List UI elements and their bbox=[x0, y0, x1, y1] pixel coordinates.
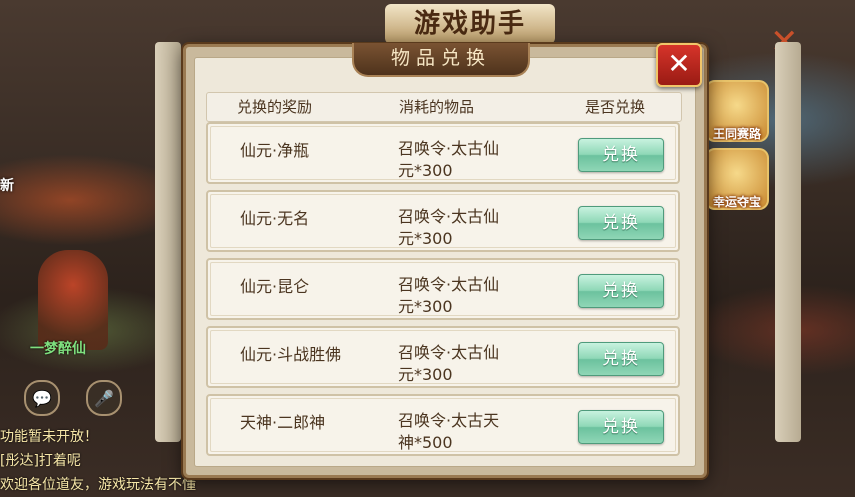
player-character[interactable] bbox=[38, 250, 108, 350]
cost-line: 元*300 bbox=[398, 161, 453, 180]
cost-line: 召唤令·太古仙 bbox=[398, 343, 500, 362]
cost-item: 召唤令·太古仙 元*300 bbox=[398, 342, 526, 386]
event-icon-label: 王同赛路 bbox=[712, 127, 761, 141]
background-scroll-left bbox=[155, 42, 181, 442]
reward-name: 仙元·斗战胜佛 bbox=[240, 345, 342, 364]
exchange-list[interactable]: 仙元·净瓶 召唤令·太古仙 元*300 兑换 仙元·无名 召唤令·太古仙 元*3… bbox=[206, 122, 680, 466]
cost-item: 召唤令·太古仙 元*300 bbox=[398, 138, 526, 182]
cost-line: 召唤令·太古天 bbox=[398, 411, 500, 430]
cost-line: 召唤令·太古仙 bbox=[398, 275, 500, 294]
exchange-button[interactable]: 兑换 bbox=[578, 138, 664, 172]
cost-line: 元*300 bbox=[398, 297, 453, 316]
cost-line: 召唤令·太古仙 bbox=[398, 207, 500, 226]
exchange-row: 仙元·斗战胜佛 召唤令·太古仙 元*300 兑换 bbox=[206, 326, 680, 388]
background-scroll-right bbox=[775, 42, 801, 442]
game-assistant-title: 游戏助手 bbox=[385, 4, 555, 44]
event-icon-label: 幸运夺宝 bbox=[712, 195, 761, 209]
cost-line: 召唤令·太古仙 bbox=[398, 139, 500, 158]
dialog-title: 物品兑换 bbox=[352, 43, 530, 77]
reward-name: 仙元·无名 bbox=[240, 209, 310, 228]
reward-name: 仙元·净瓶 bbox=[240, 141, 310, 160]
cost-item: 召唤令·太古天 神*500 bbox=[398, 410, 526, 454]
column-header-cost: 消耗的物品 bbox=[399, 98, 475, 116]
cost-item: 召唤令·太古仙 元*300 bbox=[398, 274, 526, 318]
exchange-row: 仙元·昆仑 召唤令·太古仙 元*300 兑换 bbox=[206, 258, 680, 320]
column-header-exchange: 是否兑换 bbox=[585, 98, 646, 116]
exchange-button[interactable]: 兑换 bbox=[578, 342, 664, 376]
reward-name: 天神·二郎神 bbox=[240, 413, 326, 432]
microphone-icon[interactable]: 🎤 bbox=[86, 380, 122, 416]
cost-line: 神*500 bbox=[398, 433, 453, 452]
chat-line: 欢迎各位道友，游戏玩法有不懂 bbox=[0, 477, 196, 493]
reward-name: 仙元·昆仑 bbox=[240, 277, 310, 296]
cost-item: 召唤令·太古仙 元*300 bbox=[398, 206, 526, 250]
close-button[interactable]: ✕ bbox=[656, 43, 702, 87]
exchange-row: 仙元·无名 召唤令·太古仙 元*300 兑换 bbox=[206, 190, 680, 252]
column-header-reward: 兑换的奖励 bbox=[237, 98, 313, 116]
item-exchange-dialog: 物品兑换 ✕ 兑换的奖励 消耗的物品 是否兑换 仙元·净瓶 召唤令·太古仙 元*… bbox=[183, 43, 707, 478]
table-header: 兑换的奖励 消耗的物品 是否兑换 bbox=[206, 92, 682, 122]
chat-bubble-icon[interactable]: 💬 bbox=[24, 380, 60, 416]
side-new-badge: 新 bbox=[0, 178, 14, 194]
exchange-button[interactable]: 兑换 bbox=[578, 206, 664, 240]
exchange-button[interactable]: 兑换 bbox=[578, 274, 664, 308]
event-icon-1[interactable]: 王同赛路 bbox=[705, 80, 769, 142]
exchange-row: 天神·二郎神 召唤令·太古天 神*500 兑换 bbox=[206, 394, 680, 456]
exchange-button[interactable]: 兑换 bbox=[578, 410, 664, 444]
player-name: 一梦醉仙 bbox=[30, 341, 86, 357]
cost-line: 元*300 bbox=[398, 229, 453, 248]
exchange-row: 仙元·净瓶 召唤令·太古仙 元*300 兑换 bbox=[206, 122, 680, 184]
chat-line: [彤达]打着呢 bbox=[0, 453, 81, 469]
chat-line: 功能暂未开放！ bbox=[0, 429, 98, 445]
event-icon-2[interactable]: 幸运夺宝 bbox=[705, 148, 769, 210]
cost-line: 元*300 bbox=[398, 365, 453, 384]
